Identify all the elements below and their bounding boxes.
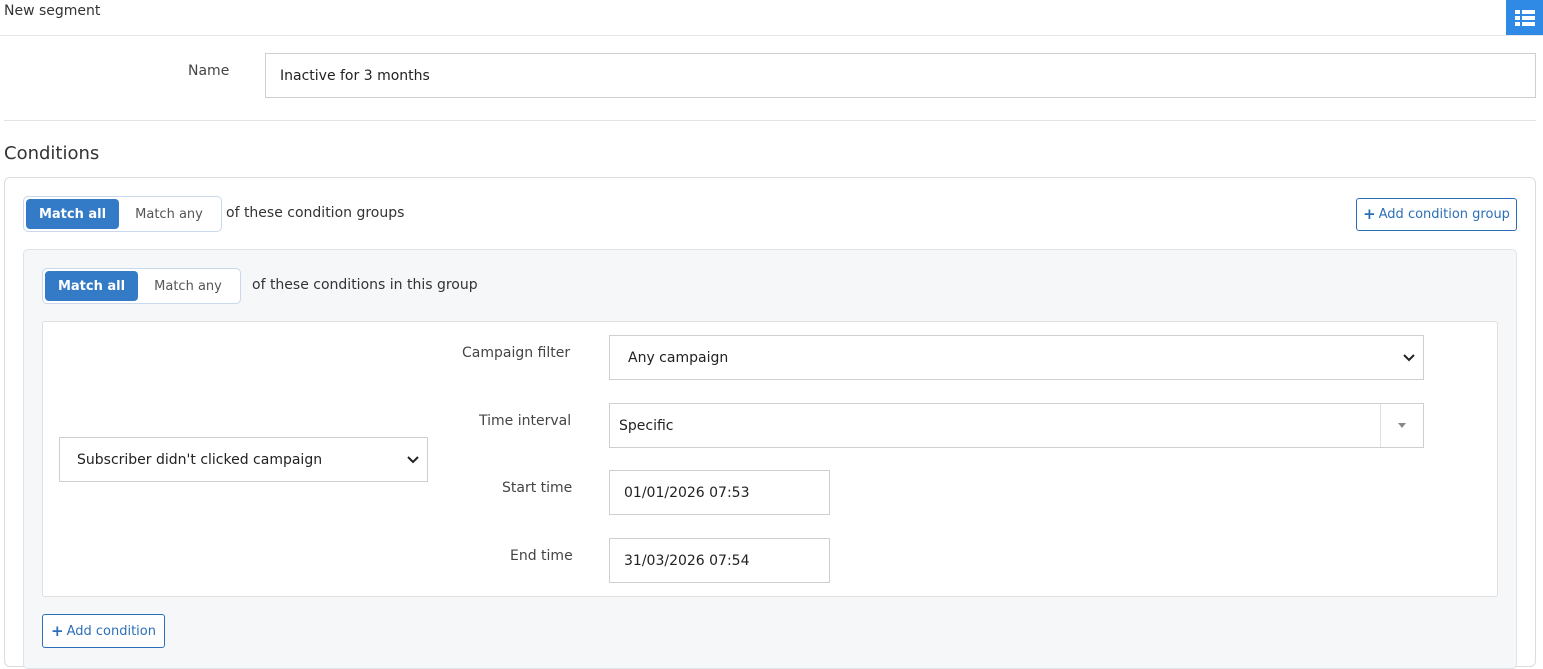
time-interval-value: Specific — [619, 417, 674, 434]
caret-down-icon — [1398, 423, 1406, 428]
add-condition-group-button[interactable]: + Add condition group — [1356, 198, 1517, 231]
outer-match-suffix: of these condition groups — [226, 205, 405, 221]
add-condition-label: Add condition — [66, 623, 156, 639]
name-label: Name — [188, 63, 230, 79]
outer-match-any-button[interactable]: Match any — [119, 199, 219, 229]
plus-icon: + — [1363, 205, 1376, 223]
outer-match-toggle[interactable]: Match all Match any — [23, 196, 222, 232]
list-icon — [1514, 9, 1535, 26]
start-time-label: Start time — [502, 480, 573, 496]
start-time-value: 01/01/2026 07:53 — [624, 484, 750, 501]
chevron-down-icon — [407, 455, 419, 463]
start-time-input[interactable]: 01/01/2026 07:53 — [609, 470, 830, 515]
plus-icon: + — [51, 621, 64, 640]
name-input[interactable]: Inactive for 3 months — [265, 53, 1536, 98]
time-interval-select[interactable]: Specific — [609, 403, 1424, 448]
outer-match-all-button[interactable]: Match all — [26, 199, 119, 229]
divider — [4, 120, 1536, 121]
end-time-input[interactable]: 31/03/2026 07:54 — [609, 538, 830, 583]
campaign-filter-label: Campaign filter — [462, 345, 571, 361]
group-match-any-button[interactable]: Match any — [138, 271, 238, 301]
add-condition-group-label: Add condition group — [1378, 207, 1510, 222]
condition-type-value: Subscriber didn't clicked campaign — [77, 451, 323, 468]
time-interval-dropdown-arrow[interactable] — [1380, 404, 1423, 447]
add-condition-button[interactable]: + Add condition — [42, 614, 165, 648]
campaign-filter-value: Any campaign — [628, 349, 729, 366]
campaign-filter-select[interactable]: Any campaign — [609, 335, 1424, 380]
conditions-title: Conditions — [4, 143, 100, 164]
condition-type-select[interactable]: Subscriber didn't clicked campaign — [59, 437, 428, 482]
chevron-down-icon — [1403, 353, 1415, 361]
group-match-suffix: of these conditions in this group — [252, 277, 478, 293]
end-time-value: 31/03/2026 07:54 — [624, 552, 750, 569]
name-input-value: Inactive for 3 months — [280, 67, 430, 84]
group-match-toggle[interactable]: Match all Match any — [42, 268, 241, 304]
end-time-label: End time — [510, 548, 573, 564]
menu-button[interactable] — [1506, 0, 1543, 35]
page-title: New segment — [4, 3, 101, 19]
group-match-all-button[interactable]: Match all — [45, 271, 138, 301]
top-bar: New segment — [0, 0, 1543, 36]
time-interval-label: Time interval — [479, 413, 572, 429]
